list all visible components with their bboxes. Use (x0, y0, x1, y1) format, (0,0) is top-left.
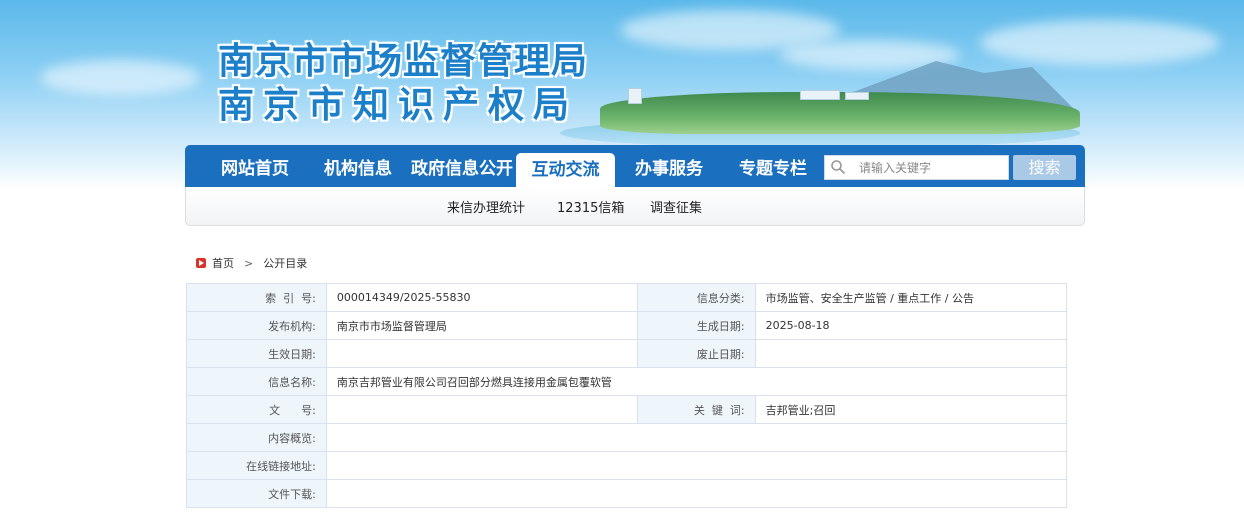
breadcrumb-current[interactable]: 公开目录 (263, 255, 307, 271)
search-input[interactable] (859, 159, 1004, 177)
publisher-value: 南京市市场监督管理局 (325, 311, 639, 340)
building-scenery (800, 90, 840, 100)
expiry-value (754, 339, 1068, 368)
nav-item-services[interactable]: 办事服务 (621, 145, 717, 187)
download-value (325, 479, 1068, 508)
publisher-label: 发布机构: (186, 311, 327, 340)
search-button[interactable]: 搜索 (1013, 155, 1076, 180)
effective-value (325, 339, 639, 368)
nav-item-home[interactable]: 网站首页 (203, 145, 307, 187)
table-row: 文件下载: (186, 479, 1068, 508)
expiry-label: 废止日期: (637, 339, 756, 368)
name-label: 信息名称: (186, 367, 327, 396)
docno-value (325, 395, 639, 424)
keyword-value: 吉邦管业;召回 (754, 395, 1068, 424)
category-label: 信息分类: (637, 283, 756, 312)
subnav-item-letter-stats[interactable]: 来信办理统计 (447, 197, 525, 216)
nav-item-interaction[interactable]: 互动交流 (516, 153, 615, 187)
index-label: 索 引 号: (186, 283, 327, 312)
home-icon (196, 258, 206, 268)
table-row: 信息名称: 南京吉邦管业有限公司召回部分燃具连接用金属包覆软管 (186, 367, 1068, 396)
info-table: 索 引 号: 000014349/2025-55830 信息分类: 市场监管、安… (186, 283, 1068, 508)
name-value: 南京吉邦管业有限公司召回部分燃具连接用金属包覆软管 (325, 367, 1068, 396)
table-row: 生效日期: 废止日期: (186, 339, 1068, 368)
created-value: 2025-08-18 (754, 311, 1068, 340)
table-row: 索 引 号: 000014349/2025-55830 信息分类: 市场监管、安… (186, 283, 1068, 312)
search-icon (831, 160, 846, 175)
index-value: 000014349/2025-55830 (325, 283, 639, 312)
subnav-item-survey[interactable]: 调查征集 (650, 197, 702, 216)
summary-value (325, 423, 1068, 452)
table-row: 内容概览: (186, 423, 1068, 452)
breadcrumb: 首页 > 公开目录 (196, 255, 307, 271)
cloud-decoration (980, 20, 1220, 65)
site-title-line2: 南京市知识产权局 (218, 84, 579, 126)
nav-item-topics[interactable]: 专题专栏 (725, 145, 821, 187)
cloud-decoration (40, 60, 200, 95)
subnav-item-12315-mailbox[interactable]: 12315信箱 (557, 197, 624, 216)
docno-label: 文 号: (186, 395, 327, 424)
nav-item-gov-info[interactable]: 政府信息公开 (407, 145, 517, 187)
building-scenery (628, 88, 642, 104)
breadcrumb-home[interactable]: 首页 (212, 255, 234, 271)
download-label: 文件下载: (186, 479, 327, 508)
link-label: 在线链接地址: (186, 451, 327, 480)
table-row: 在线链接地址: (186, 451, 1068, 480)
summary-label: 内容概览: (186, 423, 327, 452)
table-row: 发布机构: 南京市市场监督管理局 生成日期: 2025-08-18 (186, 311, 1068, 340)
sub-nav: 来信办理统计 12315信箱 调查征集 (185, 187, 1085, 226)
search-box (824, 155, 1009, 180)
created-label: 生成日期: (637, 311, 756, 340)
category-value: 市场监管、安全生产监管 / 重点工作 / 公告 (754, 283, 1068, 312)
effective-label: 生效日期: (186, 339, 327, 368)
breadcrumb-separator: > (244, 256, 254, 270)
table-row: 文 号: 关 键 词: 吉邦管业;召回 (186, 395, 1068, 424)
trees-scenery (600, 92, 1080, 134)
keyword-label: 关 键 词: (637, 395, 756, 424)
link-value (325, 451, 1068, 480)
building-scenery (845, 92, 869, 100)
nav-item-org-info[interactable]: 机构信息 (311, 145, 405, 187)
